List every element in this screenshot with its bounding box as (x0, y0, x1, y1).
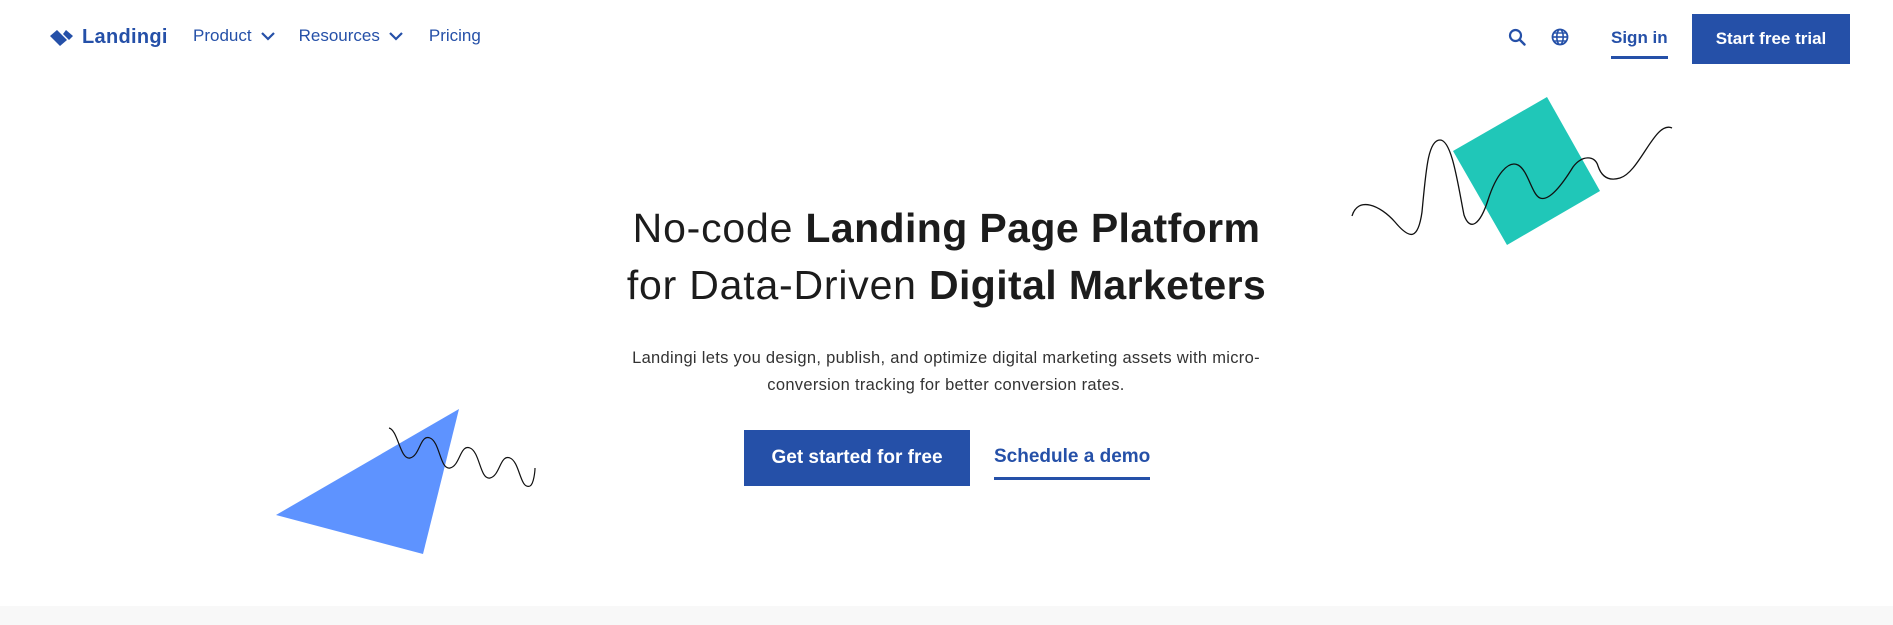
schedule-demo-link[interactable]: Schedule a demo (994, 446, 1151, 480)
hero-headline: No-code Landing Page Platform for Data-D… (0, 200, 1893, 314)
hero-section: No-code Landing Page Platform for Data-D… (0, 0, 1893, 606)
next-section-band (0, 606, 1893, 625)
hero-subtext: Landingi lets you design, publish, and o… (632, 349, 1260, 394)
headline-line-1: No-code Landing Page Platform (632, 205, 1261, 251)
headline-line-2: for Data-Driven Digital Marketers (626, 262, 1267, 308)
get-started-button[interactable]: Get started for free (744, 430, 970, 486)
